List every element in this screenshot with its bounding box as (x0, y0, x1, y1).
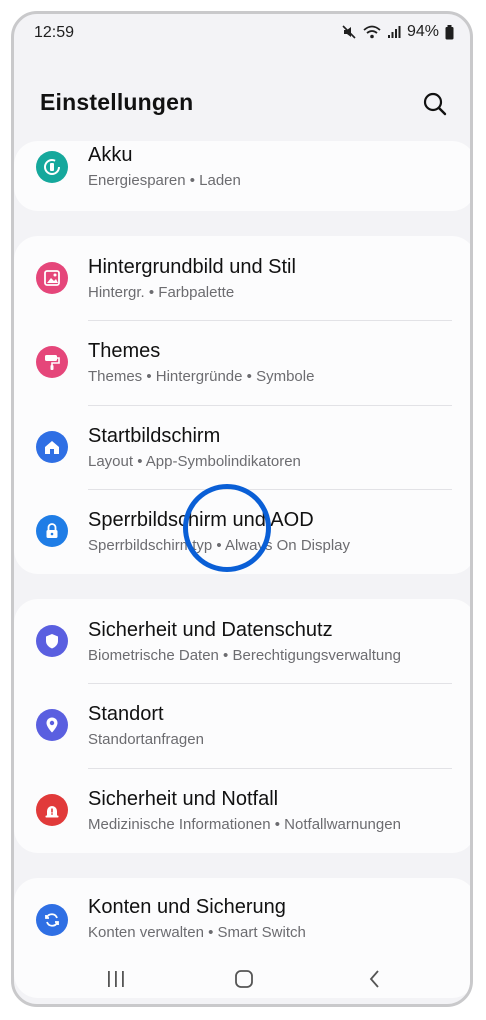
battery-percent: 94% (406, 23, 439, 40)
settings-item-security-privacy[interactable]: Sicherheit und Datenschutz Biometrische … (14, 599, 470, 683)
shield-icon (36, 625, 68, 657)
phone-screen: 12:59 94% Einstellungen Akku Energiespar… (11, 11, 473, 1007)
item-subtitle: Medizinische Informationen • Notfallwarn… (88, 816, 401, 833)
settings-item-akku[interactable]: Akku Energiesparen • Laden (14, 125, 470, 209)
item-subtitle: Standortanfragen (88, 731, 204, 748)
item-title: Startbildschirm (88, 425, 221, 447)
touch-indicator (183, 484, 271, 572)
item-subtitle: Layout • App-Symbolindikatoren (88, 453, 301, 470)
wallpaper-icon (36, 262, 68, 294)
page-title: Einstellungen (40, 89, 194, 115)
lock-icon (36, 515, 68, 547)
home-button-icon[interactable] (229, 964, 259, 994)
sync-icon (36, 904, 68, 936)
status-icons: 94% (341, 23, 454, 41)
status-bar: 12:59 94% (14, 14, 470, 54)
item-title: Konten und Sicherung (88, 896, 286, 918)
battery-icon (445, 24, 454, 40)
item-title: Akku (88, 144, 133, 166)
battery-care-icon (36, 151, 68, 183)
back-icon[interactable] (360, 964, 390, 994)
navigation-bar (14, 954, 470, 1004)
item-title: Sicherheit und Datenschutz (88, 619, 333, 641)
settings-item-home-screen[interactable]: Startbildschirm Layout • App-Symbolindik… (14, 405, 470, 489)
emergency-icon (36, 794, 68, 826)
settings-group-1: Akku Energiesparen • Laden (14, 141, 470, 211)
settings-group-3: Sicherheit und Datenschutz Biometrische … (14, 599, 470, 853)
wifi-icon (363, 24, 381, 40)
recent-apps-icon[interactable] (101, 964, 131, 994)
location-pin-icon (36, 709, 68, 741)
mute-icon (341, 24, 357, 40)
item-subtitle: Hintergr. • Farbpalette (88, 284, 235, 301)
settings-item-themes[interactable]: Themes Themes • Hintergründe • Symbole (14, 320, 470, 404)
settings-item-safety-emergency[interactable]: Sicherheit und Notfall Medizinische Info… (14, 768, 470, 852)
item-title: Themes (88, 340, 161, 362)
paint-roller-icon (36, 346, 68, 378)
status-time: 12:59 (34, 24, 75, 41)
home-icon (36, 431, 68, 463)
item-subtitle: Biometrische Daten • Berechtigungsverwal… (88, 647, 401, 664)
item-subtitle: Konten verwalten • Smart Switch (88, 924, 306, 941)
item-subtitle: Energiesparen • Laden (88, 172, 241, 189)
settings-item-accounts-backup[interactable]: Konten und Sicherung Konten verwalten • … (14, 878, 470, 962)
signal-icon (387, 25, 401, 39)
item-title: Hintergrundbild und Stil (88, 256, 296, 278)
item-subtitle: Themes • Hintergründe • Symbole (88, 368, 315, 385)
search-icon[interactable] (422, 91, 448, 117)
item-title: Sicherheit und Notfall (88, 788, 279, 810)
settings-item-location[interactable]: Standort Standortanfragen (14, 683, 470, 767)
settings-item-wallpaper[interactable]: Hintergrundbild und Stil Hintergr. • Far… (14, 236, 470, 320)
item-title: Standort (88, 703, 164, 725)
